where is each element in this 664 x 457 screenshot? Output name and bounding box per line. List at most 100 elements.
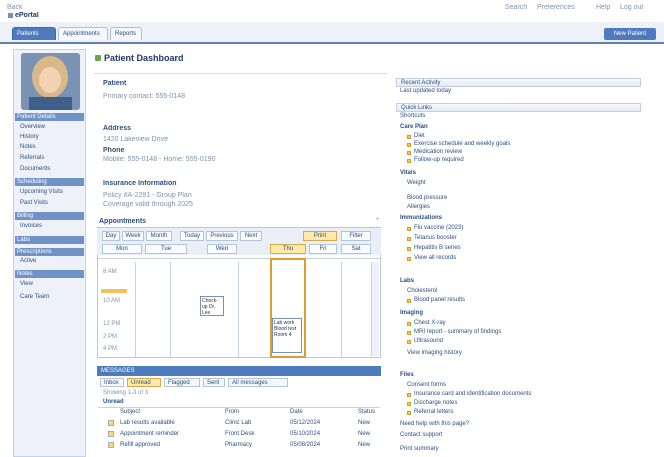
top-link-preferences[interactable]: Preferences: [537, 4, 577, 12]
sidebar-section-details[interactable]: Patient Details: [15, 113, 84, 121]
subtab-unread[interactable]: Unread: [127, 378, 161, 387]
quick-link[interactable]: Chest X-ray: [414, 320, 446, 327]
row-subject[interactable]: Appointment reminder: [120, 429, 179, 439]
group-title: Care Plan: [400, 124, 428, 130]
subtab-all[interactable]: All messages: [228, 378, 288, 387]
sidebar-section-scheduling[interactable]: Scheduling: [15, 178, 84, 186]
sidebar-item-view[interactable]: View: [20, 281, 33, 288]
quick-links-header[interactable]: Quick Links: [396, 103, 641, 112]
col-from[interactable]: From: [225, 407, 239, 417]
table-row[interactable]: Appointment reminder Front Desk 05/10/20…: [100, 429, 380, 439]
top-link-help[interactable]: Help: [596, 4, 616, 12]
quick-link[interactable]: Discharge notes: [414, 400, 457, 407]
group-title: Imaging: [400, 310, 424, 316]
address-value: 1420 Lakeview Drive: [103, 136, 168, 143]
quick-link[interactable]: Insurance card and identification docume…: [414, 391, 531, 398]
quick-link[interactable]: Weight: [407, 180, 426, 187]
phone-label: Phone: [103, 147, 125, 154]
cal-week-button[interactable]: Week: [122, 231, 144, 241]
cal-sat[interactable]: Sat: [341, 244, 371, 254]
time-2pm: 2 PM: [103, 334, 118, 340]
sidebar-item-invoices[interactable]: Invoices: [20, 223, 42, 230]
cal-mon[interactable]: Mon: [102, 244, 142, 254]
quick-link[interactable]: Hepatitis B series: [414, 245, 461, 252]
cal-thu[interactable]: Thu: [270, 244, 306, 254]
messages-filter-text: Showing 1-3 of 3: [103, 390, 149, 396]
cal-today-button[interactable]: Today: [180, 231, 204, 241]
address-label: Address: [103, 125, 132, 132]
sidebar-item-upcoming[interactable]: Upcoming Visits: [20, 189, 63, 196]
sidebar-item-care-team[interactable]: Care Team: [20, 294, 49, 301]
cal-print-button[interactable]: Print: [303, 231, 337, 241]
quick-link[interactable]: Ultrasound: [414, 338, 443, 345]
new-patient-button[interactable]: New Patient: [604, 28, 656, 40]
back-button[interactable]: Back: [7, 4, 37, 12]
col-date[interactable]: Date: [290, 407, 303, 417]
subtab-sent[interactable]: Sent: [203, 378, 225, 387]
quick-link[interactable]: Blood panel results: [414, 297, 465, 304]
cal-month-button[interactable]: Month: [146, 231, 172, 241]
recent-activity-header[interactable]: Recent Activity: [396, 78, 641, 87]
row-subject[interactable]: Lab results available: [120, 418, 175, 428]
cal-previous-button[interactable]: Previous: [206, 231, 238, 241]
sidebar-item-past[interactable]: Past Visits: [20, 200, 48, 207]
calendar-event[interactable]: Check-up Dr. Lee: [200, 296, 224, 316]
sidebar-section-prescriptions[interactable]: Prescriptions: [15, 248, 84, 256]
page-title: Patient Dashboard: [104, 53, 184, 63]
quick-link[interactable]: Cholesterol: [407, 288, 437, 295]
quick-link[interactable]: View imaging history: [407, 350, 462, 357]
row-subject[interactable]: Refill approved: [120, 440, 160, 450]
subtab-inbox[interactable]: Inbox: [100, 378, 124, 387]
quick-link[interactable]: Exercise schedule and weekly goals: [414, 141, 510, 148]
sidebar-section-labs[interactable]: Labs: [15, 236, 84, 244]
recent-activity-sub: Last updated today: [400, 88, 452, 94]
sidebar-item-active[interactable]: Active: [20, 258, 36, 265]
sidebar-item-notes[interactable]: Notes: [20, 144, 36, 151]
quick-link[interactable]: Allergies: [407, 204, 430, 211]
quick-link[interactable]: Diet: [414, 133, 425, 140]
row-date: 05/08/2024: [290, 442, 321, 448]
tab-reports[interactable]: Reports: [110, 27, 142, 40]
subtab-flagged[interactable]: Flagged: [164, 378, 200, 387]
plus-icon[interactable]: +: [376, 217, 381, 223]
cal-tue[interactable]: Tue: [145, 244, 187, 254]
quick-link[interactable]: MRI report - summary of findings: [414, 329, 501, 336]
table-header-row: Subject From Date Status: [100, 407, 380, 417]
sidebar-item-documents[interactable]: Documents: [20, 166, 50, 173]
cal-next-button[interactable]: Next: [240, 231, 262, 241]
sidebar-section-notes[interactable]: Notes: [15, 270, 84, 278]
name-value: Primary contact: 555-0148: [103, 93, 186, 100]
calendar-event[interactable]: Lab work Blood test Room 4: [272, 318, 302, 353]
quick-link[interactable]: Flu vaccine (2023): [414, 225, 463, 232]
calendar-scrollbar[interactable]: [371, 262, 379, 356]
sidebar-section-billing[interactable]: Billing: [15, 212, 84, 220]
quick-link[interactable]: Tetanus booster: [414, 235, 457, 242]
quick-link[interactable]: Blood pressure: [407, 195, 447, 202]
cal-day-button[interactable]: Day: [102, 231, 120, 241]
contact-support-link[interactable]: Contact support: [400, 432, 442, 439]
col-subject[interactable]: Subject: [120, 407, 140, 417]
print-summary-link[interactable]: Print summary: [400, 446, 439, 453]
row-from: Front Desk: [225, 431, 255, 437]
quick-link[interactable]: Referral letters: [414, 409, 453, 416]
quick-link[interactable]: Consent forms: [407, 382, 446, 389]
top-link-search[interactable]: Search: [505, 4, 533, 12]
table-row[interactable]: Refill approved Pharmacy 05/08/2024 New: [100, 440, 380, 450]
sidebar-item-overview[interactable]: Overview: [20, 124, 45, 131]
quick-link[interactable]: View all records: [414, 255, 456, 262]
quick-links-sub: Shortcuts: [400, 113, 426, 119]
sidebar-item-history[interactable]: History: [20, 134, 39, 141]
quick-link[interactable]: Medication review: [414, 149, 462, 156]
current-time-marker: [101, 289, 127, 293]
quick-link[interactable]: Follow-up required: [414, 157, 464, 164]
top-link-logout[interactable]: Log out: [620, 4, 650, 12]
sidebar-item-referrals[interactable]: Referrals: [20, 155, 44, 162]
name-label: Patient: [103, 80, 127, 87]
col-status[interactable]: Status: [358, 407, 375, 417]
tab-patients[interactable]: Patients: [12, 27, 56, 40]
table-row[interactable]: Lab results available Clinic Lab 05/12/2…: [100, 418, 380, 428]
cal-fri[interactable]: Fri: [309, 244, 337, 254]
cal-wed[interactable]: Wed: [207, 244, 237, 254]
tab-appointments[interactable]: Appointments: [58, 27, 108, 40]
cal-filter-button[interactable]: Filter: [341, 231, 371, 241]
